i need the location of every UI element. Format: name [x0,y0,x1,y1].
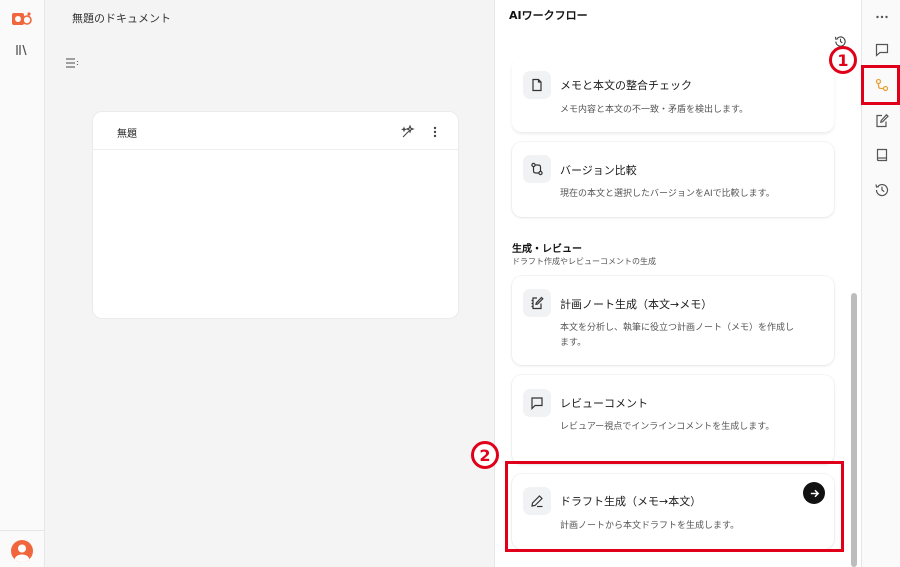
workflow-card-review-comment[interactable]: レビューコメント レビュアー視点でインラインコメントを生成します。 [512,375,834,464]
sparkle-icon[interactable] [401,124,415,138]
workflow-card-title: メモと本文の整合チェック [560,79,692,92]
history-icon[interactable] [834,33,847,47]
workflow-card-title: バージョン比較 [560,164,637,177]
workflow-card-plan-note[interactable]: 計画ノート生成（本文→メモ） 本文を分析し、執筆に役立つ計画ノート（メモ）を作成… [512,276,834,365]
more-horizontal-icon[interactable] [874,9,890,25]
library-icon[interactable] [14,42,30,58]
annotation-highlight-draft-card [505,461,844,552]
notebook-pen-icon [523,289,551,317]
rail-divider [0,530,45,531]
panel-title: AIワークフロー [509,9,588,22]
annotation-highlight-workflow-tab [861,65,900,105]
more-vert-icon[interactable] [430,124,440,138]
workflow-card-desc: 本文を分析し、執筆に役立つ計画ノート（メモ）を作成します。 [560,323,795,348]
user-avatar[interactable] [11,540,33,562]
workflow-card-desc: メモ内容と本文の不一致・矛盾を検出します。 [560,105,749,115]
panel-scrollbar[interactable] [851,293,857,567]
git-compare-icon [523,155,551,183]
workflow-card-version-compare[interactable]: バージョン比較 現在の本文と選択したバージョンをAIで比較します。 [512,142,834,217]
workflow-card-desc: レビュアー視点でインラインコメントを生成します。 [560,422,775,432]
edit-note-icon[interactable] [874,113,890,129]
message-square-icon [523,389,551,417]
section-heading: 生成・レビュー [512,244,582,255]
section-subtitle: ドラフト作成やレビューコメントの生成 [512,257,656,266]
chat-icon[interactable] [874,42,890,58]
document-title[interactable]: 無題のドキュメント [72,10,171,26]
left-rail [0,0,45,567]
version-history-icon[interactable] [874,182,890,198]
annotation-badge-1: 1 [829,46,857,74]
app-logo-icon[interactable] [12,11,32,27]
workflow-card-title: レビューコメント [560,397,648,410]
editor-card[interactable]: 無題 [92,111,459,319]
editor-header: 無題 [93,112,458,150]
workflow-card-consistency-check[interactable]: メモと本文の整合チェック メモ内容と本文の不一致・矛盾を検出します。 [512,58,834,132]
book-icon[interactable] [874,147,890,163]
file-icon [523,71,551,99]
workflow-card-title: 計画ノート生成（本文→メモ） [560,298,713,311]
workflow-card-desc: 現在の本文と選択したバージョンをAIで比較します。 [560,189,775,199]
document-area: 無題のドキュメント 無題 [45,0,494,567]
editor-name[interactable]: 無題 [117,125,137,140]
outline-toggle-icon[interactable] [65,55,79,69]
annotation-badge-2: 2 [471,441,499,469]
